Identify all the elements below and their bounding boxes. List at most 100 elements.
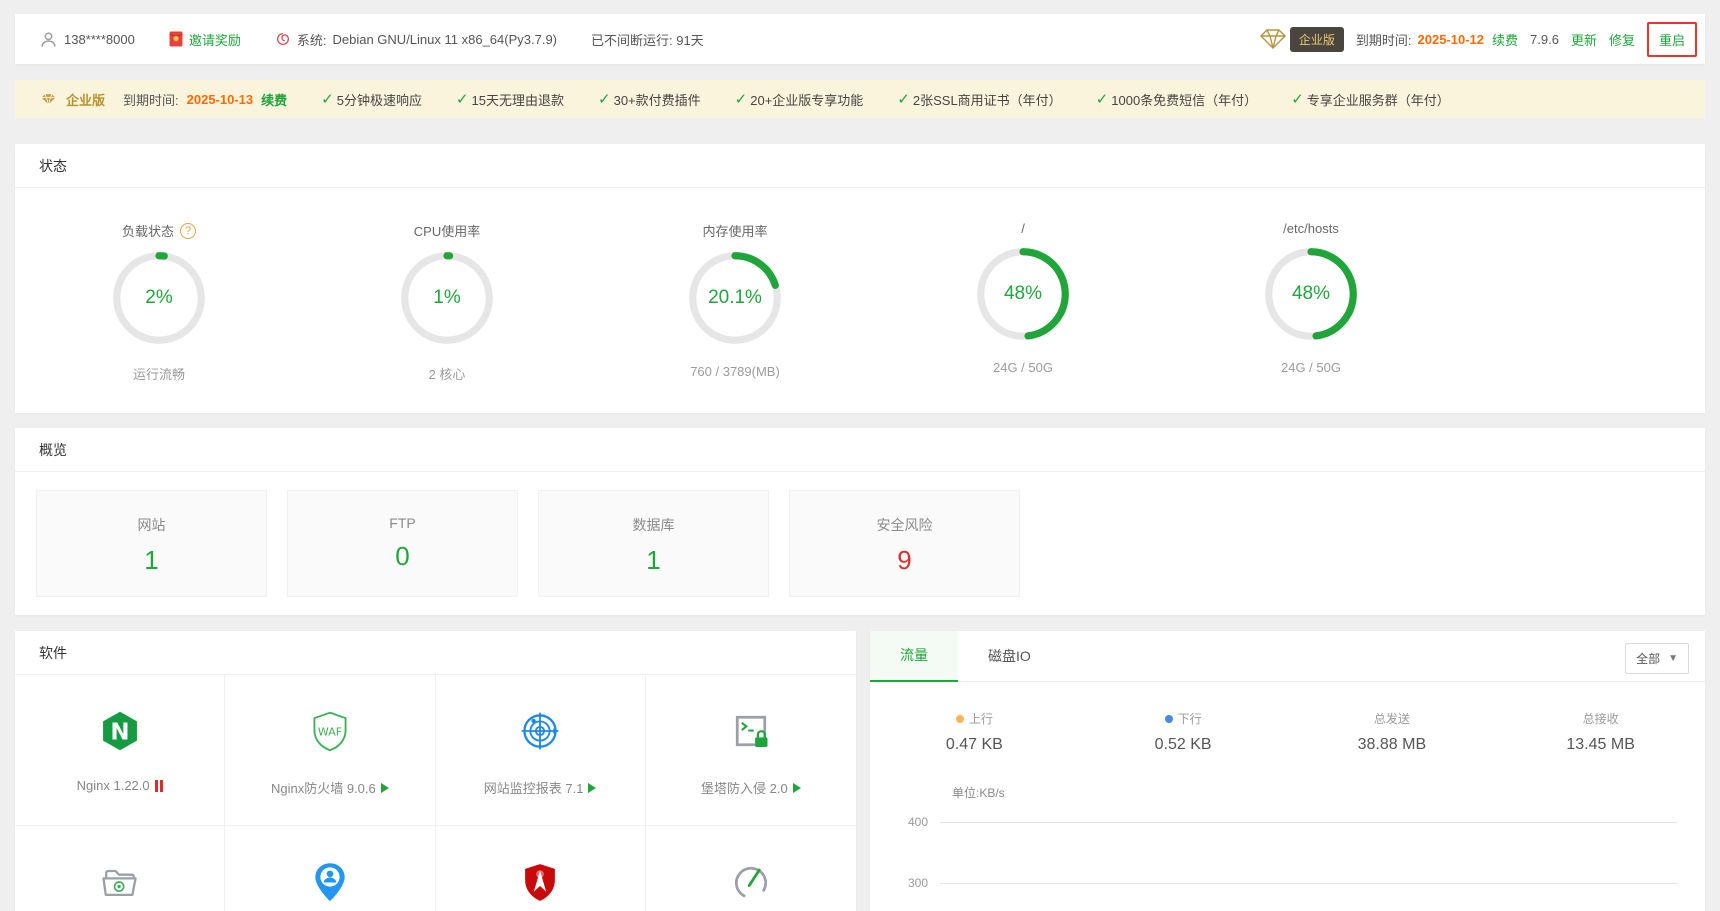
banner-feature: ✓专享企业服务群（年付） <box>1291 90 1450 109</box>
tab-disk-io[interactable]: 磁盘IO <box>958 631 1061 682</box>
software-grid: N Nginx 1.22.0 WAF Nginx防火墙 9.0.6 网站监控报表… <box>15 675 856 911</box>
banner-feature: ✓5分钟极速响应 <box>321 90 422 109</box>
overview-card: 概览 网站 1 FTP 0 数据库 1 安全风险 9 <box>15 428 1705 615</box>
app-tile-nginx[interactable]: N Nginx 1.22.0 <box>15 675 225 826</box>
update-link[interactable]: 更新 <box>1571 30 1597 49</box>
invite-reward-label: 邀请奖励 <box>189 30 241 49</box>
overview-card-ftp[interactable]: FTP 0 <box>287 490 518 597</box>
gauge-disk-root: / 48% 24G / 50G <box>879 221 1167 383</box>
app-tile-firewall-shield[interactable] <box>436 826 646 911</box>
filter-value: 全部 <box>1636 650 1660 667</box>
tab-traffic[interactable]: 流量 <box>870 631 958 682</box>
renew-link[interactable]: 续费 <box>1492 30 1518 49</box>
monitor-card: 流量 磁盘IO 全部 ▼ 上行 0.47 KB 下行 0.52 KB 总发送 <box>870 631 1705 911</box>
monitor-target-icon <box>518 709 562 753</box>
user-icon <box>39 30 58 49</box>
app-tile-monitor-report[interactable]: 网站监控报表 7.1 <box>436 675 646 826</box>
status-card: 状态 负载状态? 2% 运行流畅 CPU使用率 1% 2 核心 内存使用率 <box>15 144 1705 413</box>
gauge-disk-hosts: /etc/hosts 48% 24G / 50G <box>1167 221 1455 383</box>
software-card-title: 软件 <box>15 631 856 675</box>
system-value: Debian GNU/Linux 11 x86_64(Py3.7.9) <box>333 32 558 47</box>
overview-card-database[interactable]: 数据库 1 <box>538 490 769 597</box>
gold-diamond-icon <box>39 92 58 107</box>
downstream-dot <box>1165 715 1173 723</box>
software-card: 软件 N Nginx 1.22.0 WAF Nginx防火墙 9.0.6 <box>15 631 856 911</box>
banner-feature: ✓20+企业版专享功能 <box>735 90 864 109</box>
banner-renew-link[interactable]: 续费 <box>261 90 287 109</box>
system-info: 系统: Debian GNU/Linux 11 x86_64(Py3.7.9) <box>275 30 557 49</box>
gauge-row: 负载状态? 2% 运行流畅 CPU使用率 1% 2 核心 内存使用率 <box>15 188 1705 413</box>
expire-date: 2025-10-12 <box>1418 32 1485 47</box>
gauge-sub: 2 核心 <box>429 364 466 383</box>
app-status-icon[interactable] <box>793 783 801 793</box>
diamond-icon <box>1258 28 1288 50</box>
stat-total-received: 总接收 13.45 MB <box>1496 710 1705 754</box>
overview-label: 数据库 <box>539 515 768 535</box>
svg-text:N: N <box>110 719 129 745</box>
edition-badge: 企业版 <box>1290 27 1344 52</box>
app-name: Nginx 1.22.0 <box>77 778 150 793</box>
stat-upstream: 上行 0.47 KB <box>870 710 1079 754</box>
waf-shield-icon: WAF <box>308 709 352 753</box>
overview-card-title: 概览 <box>15 428 1705 472</box>
gauge-value: 2% <box>111 250 207 346</box>
app-tile-speedometer[interactable] <box>646 826 856 911</box>
app-tile-intrusion-prevention[interactable]: 堡塔防入侵 2.0 <box>646 675 856 826</box>
gauge-title: 负载状态 <box>122 221 174 240</box>
stat-total-sent: 总发送 38.88 MB <box>1288 710 1497 754</box>
overview-value: 9 <box>790 545 1019 576</box>
speedometer-icon <box>729 860 773 904</box>
username: 138****8000 <box>64 32 135 47</box>
restart-highlight-box: 重启 <box>1647 22 1697 57</box>
dashboard-page: 138****8000 邀请奖励 系统: Debian GNU/Linux 11… <box>0 0 1720 911</box>
expire-label: 到期时间: <box>1356 30 1412 49</box>
restart-link[interactable]: 重启 <box>1659 30 1685 49</box>
nginx-icon: N <box>98 709 142 753</box>
gauge-memory: 内存使用率 20.1% 760 / 3789(MB) <box>591 221 879 383</box>
overview-label: 安全风险 <box>790 515 1019 535</box>
overview-label: FTP <box>288 515 517 531</box>
system-label: 系统: <box>297 30 327 49</box>
red-packet-icon <box>169 31 183 47</box>
gauge-title: /etc/hosts <box>1283 221 1339 236</box>
app-status-icon[interactable] <box>588 783 596 793</box>
gauge-value: 48% <box>1263 246 1359 342</box>
app-tile-nginx-waf[interactable]: WAF Nginx防火墙 9.0.6 <box>225 675 435 826</box>
repair-link[interactable]: 修复 <box>1609 30 1635 49</box>
user-pin-icon <box>308 860 352 904</box>
overview-value: 1 <box>37 545 266 576</box>
app-name: 堡塔防入侵 2.0 <box>701 778 788 797</box>
red-shield-icon <box>519 860 561 904</box>
enterprise-banner: 企业版 到期时间: 2025-10-13 续费 ✓5分钟极速响应 ✓15天无理由… <box>15 80 1705 118</box>
gauge-sub: 运行流畅 <box>133 364 185 383</box>
overview-value: 1 <box>539 545 768 576</box>
banner-expire-label: 到期时间: <box>123 90 179 109</box>
overview-card-security-risk[interactable]: 安全风险 9 <box>789 490 1020 597</box>
overview-label: 网站 <box>37 515 266 535</box>
gauge-value: 20.1% <box>687 250 783 346</box>
gauge-title: CPU使用率 <box>414 221 480 240</box>
check-icon: ✓ <box>598 90 611 108</box>
banner-feature: ✓2张SSL商用证书（年付） <box>897 90 1061 109</box>
app-tile-user-pin[interactable] <box>225 826 435 911</box>
y-tick-400: 400 <box>870 815 940 829</box>
app-name: Nginx防火墙 9.0.6 <box>271 778 376 797</box>
banner-feature: ✓1000条免费短信（年付） <box>1096 90 1258 109</box>
debian-icon <box>275 31 291 47</box>
user-account[interactable]: 138****8000 <box>39 30 135 49</box>
uptime: 已不间断运行: 91天 <box>591 30 704 49</box>
help-icon[interactable]: ? <box>180 223 196 239</box>
filter-select[interactable]: 全部 ▼ <box>1625 643 1689 674</box>
y-tick-300: 300 <box>870 876 940 890</box>
app-tile-tamper-proof[interactable] <box>15 826 225 911</box>
invite-reward-link[interactable]: 邀请奖励 <box>169 30 241 49</box>
check-icon: ✓ <box>897 90 910 108</box>
app-status-icon[interactable] <box>381 783 389 793</box>
banner-feature: ✓30+款付费插件 <box>598 90 701 109</box>
app-status-icon[interactable] <box>155 780 163 792</box>
app-name: 网站监控报表 7.1 <box>484 778 584 797</box>
overview-card-sites[interactable]: 网站 1 <box>36 490 267 597</box>
overview-value: 0 <box>288 541 517 572</box>
terminal-lock-icon <box>729 709 773 753</box>
gauge-sub: 760 / 3789(MB) <box>690 364 780 379</box>
